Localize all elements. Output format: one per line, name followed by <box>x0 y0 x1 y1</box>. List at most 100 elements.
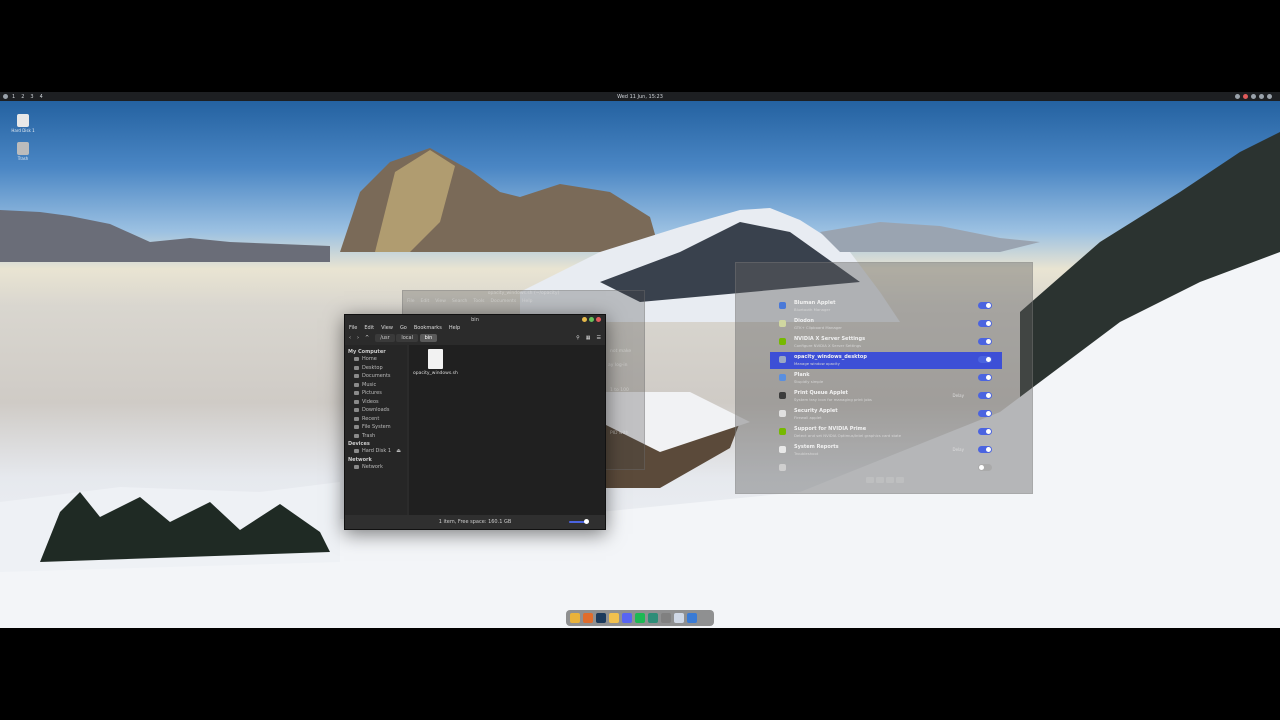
sidebar-item-documents[interactable]: Documents <box>348 372 404 381</box>
add-button[interactable] <box>866 477 874 483</box>
startup-row-selected[interactable]: opacity_windows_desktop Manage window opa… <box>770 352 1002 369</box>
app-delay: Delay <box>952 447 964 452</box>
top-panel: 1 2 3 4 Wed 11 Jun, 15:23 <box>0 92 1280 101</box>
desktop-icon-trash[interactable]: Trash <box>10 142 36 161</box>
menu-item[interactable]: View <box>435 299 446 304</box>
title-bar[interactable]: bin <box>345 315 605 324</box>
browser-icon[interactable] <box>583 613 593 623</box>
search-icon[interactable]: ⚲ <box>576 335 580 341</box>
breadcrumb-usr[interactable]: /usr <box>375 334 395 342</box>
power-icon[interactable] <box>1267 94 1272 99</box>
back-icon[interactable]: ‹ <box>349 335 351 341</box>
menu-edit[interactable]: Edit <box>364 325 374 331</box>
file-item[interactable]: opacity_windows.sh <box>413 349 458 376</box>
menu-item[interactable]: Edit <box>421 299 430 304</box>
menu-item[interactable]: Search <box>452 299 467 304</box>
breadcrumb-bin[interactable]: bin <box>419 334 438 342</box>
menu-help[interactable]: Help <box>449 325 460 331</box>
sidebar-item-desktop[interactable]: Desktop <box>348 364 404 373</box>
startup-row[interactable]: Support for NVIDIA Prime Detect and set N… <box>770 424 1002 441</box>
forward-icon[interactable]: › <box>357 335 359 341</box>
close-button[interactable] <box>596 317 601 322</box>
bluetooth-icon[interactable] <box>1259 94 1264 99</box>
archive-icon[interactable] <box>609 613 619 623</box>
app-name: Diodon <box>794 318 814 324</box>
startup-row[interactable]: Diodon GTK+ Clipboard Manager <box>770 316 1002 333</box>
sidebar-item-home[interactable]: Home <box>348 355 404 364</box>
startup-toggle[interactable] <box>978 464 992 471</box>
startup-toggle[interactable] <box>978 320 992 327</box>
menu-view[interactable]: View <box>381 325 393 331</box>
spotify-icon[interactable] <box>635 613 645 623</box>
startup-row[interactable] <box>770 460 1002 477</box>
startup-row[interactable]: Security Applet Firewall applet <box>770 406 1002 423</box>
settings-icon[interactable] <box>661 613 671 623</box>
up-icon[interactable]: ^ <box>365 335 369 341</box>
music-icon <box>354 382 359 387</box>
menu-item[interactable]: Tools <box>473 299 484 304</box>
text-editor-icon[interactable] <box>674 613 684 623</box>
file-view[interactable]: opacity_windows.sh <box>409 345 605 515</box>
startup-applications-window[interactable]: Bluman Applet Bluetooth Manager Diodon GTK… <box>735 262 1033 494</box>
sidebar-item-recent[interactable]: Recent <box>348 415 404 424</box>
discord-icon[interactable] <box>622 613 632 623</box>
desktop-icon-hard-disk[interactable]: Hard Disk 1 <box>10 114 36 133</box>
app-name: Print Queue Applet <box>794 390 848 396</box>
clock[interactable]: Wed 11 Jun, 15:23 <box>0 94 1280 100</box>
sidebar-item-pictures[interactable]: Pictures <box>348 389 404 398</box>
startup-toggle[interactable] <box>978 410 992 417</box>
maximize-button[interactable] <box>589 317 594 322</box>
startup-toggle[interactable] <box>978 338 992 345</box>
menu-bookmarks[interactable]: Bookmarks <box>414 325 442 331</box>
startup-row[interactable]: Print Queue Applet System tray icon for m… <box>770 388 1002 405</box>
steam-icon[interactable] <box>596 613 606 623</box>
menu-item[interactable]: Documents <box>491 299 517 304</box>
network-icon[interactable] <box>1235 94 1240 99</box>
startup-toggle[interactable] <box>978 356 992 363</box>
run-button[interactable] <box>896 477 904 483</box>
sidebar-item-music[interactable]: Music <box>348 381 404 390</box>
startup-toggle[interactable] <box>978 428 992 435</box>
menu-file[interactable]: File <box>349 325 357 331</box>
app-name: Bluman Applet <box>794 300 836 306</box>
startup-row[interactable]: Bluman Applet Bluetooth Manager <box>770 298 1002 315</box>
minimize-button[interactable] <box>582 317 587 322</box>
menu-go[interactable]: Go <box>400 325 407 331</box>
startup-toggle[interactable] <box>978 302 992 309</box>
window-icon[interactable] <box>687 613 697 623</box>
startup-row[interactable]: Plank Stupidly simple <box>770 370 1002 387</box>
startup-toggle[interactable] <box>978 446 992 453</box>
sidebar-item-trash[interactable]: Trash <box>348 432 404 441</box>
sidebar-item-downloads[interactable]: Downloads <box>348 406 404 415</box>
edit-button[interactable] <box>876 477 884 483</box>
list-view-icon[interactable]: ☰ <box>597 335 601 341</box>
menu-item[interactable]: Help <box>522 299 532 304</box>
sidebar-item-file-system[interactable]: File System <box>348 423 404 432</box>
zoom-slider-handle[interactable] <box>584 519 589 524</box>
breadcrumb-local[interactable]: local <box>396 334 418 342</box>
desktop-icon <box>354 365 359 370</box>
script-file-icon <box>427 349 443 369</box>
startup-toggle[interactable] <box>978 374 992 381</box>
menu-item[interactable]: File <box>407 299 415 304</box>
sidebar-item-hard-disk[interactable]: Hard Disk 1 ⏏ <box>348 447 404 456</box>
battery-icon[interactable] <box>1251 94 1256 99</box>
sidebar-item-network[interactable]: Network <box>348 463 404 472</box>
grid-view-icon[interactable]: ▦ <box>586 335 591 341</box>
startup-row[interactable]: NVIDIA X Server Settings Configure NVIDIA… <box>770 334 1002 351</box>
report-icon <box>779 446 786 453</box>
nvidia-icon <box>779 338 786 345</box>
sidebar-item-label: Videos <box>362 398 379 405</box>
volume-icon[interactable] <box>1243 94 1248 99</box>
eject-icon[interactable]: ⏏ <box>396 447 401 456</box>
app-name: NVIDIA X Server Settings <box>794 336 866 342</box>
sidebar-item-videos[interactable]: Videos <box>348 398 404 407</box>
terminal-icon[interactable] <box>648 613 658 623</box>
printer-icon <box>779 392 786 399</box>
remove-button[interactable] <box>886 477 894 483</box>
startup-toggle[interactable] <box>978 392 992 399</box>
files-icon[interactable] <box>570 613 580 623</box>
trash-icon <box>354 433 359 438</box>
file-manager-window[interactable]: bin File Edit View Go Bookmarks Help ‹ ›… <box>344 314 606 530</box>
startup-row[interactable]: System Reports Troubleshoot Delay <box>770 442 1002 459</box>
